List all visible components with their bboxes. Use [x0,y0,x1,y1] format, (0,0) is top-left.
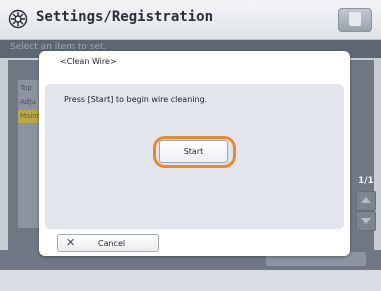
menu-item-top[interactable]: Top [18,82,40,95]
corner-document-button[interactable] [338,8,372,32]
page-indicator: 1/1 [358,176,374,186]
document-icon [349,12,361,26]
start-button[interactable]: Start [159,140,228,163]
cancel-label: Cancel [98,239,126,248]
dialog-title: <Clean Wire> [60,57,117,66]
dialog-message: Press [Start] to begin wire cleaning. [64,95,208,104]
cancel-button[interactable]: ✕ Cancel [57,234,159,252]
top-bar: Settings/Registration [0,0,381,40]
arrow-down-icon [361,218,371,224]
footer-bar [0,270,381,291]
scroll-down-button[interactable] [356,211,376,231]
arrow-up-icon [361,197,371,203]
menu-item-adjust[interactable]: Adju [18,96,40,109]
close-icon: ✕ [66,236,76,249]
page-title: Settings/Registration [36,9,214,25]
menu-item-maintenance[interactable]: Maint [18,110,40,123]
background-menu-list: Top Adju Maint [18,80,40,228]
scroll-up-button[interactable] [356,191,376,211]
settings-gear-icon [8,9,28,29]
